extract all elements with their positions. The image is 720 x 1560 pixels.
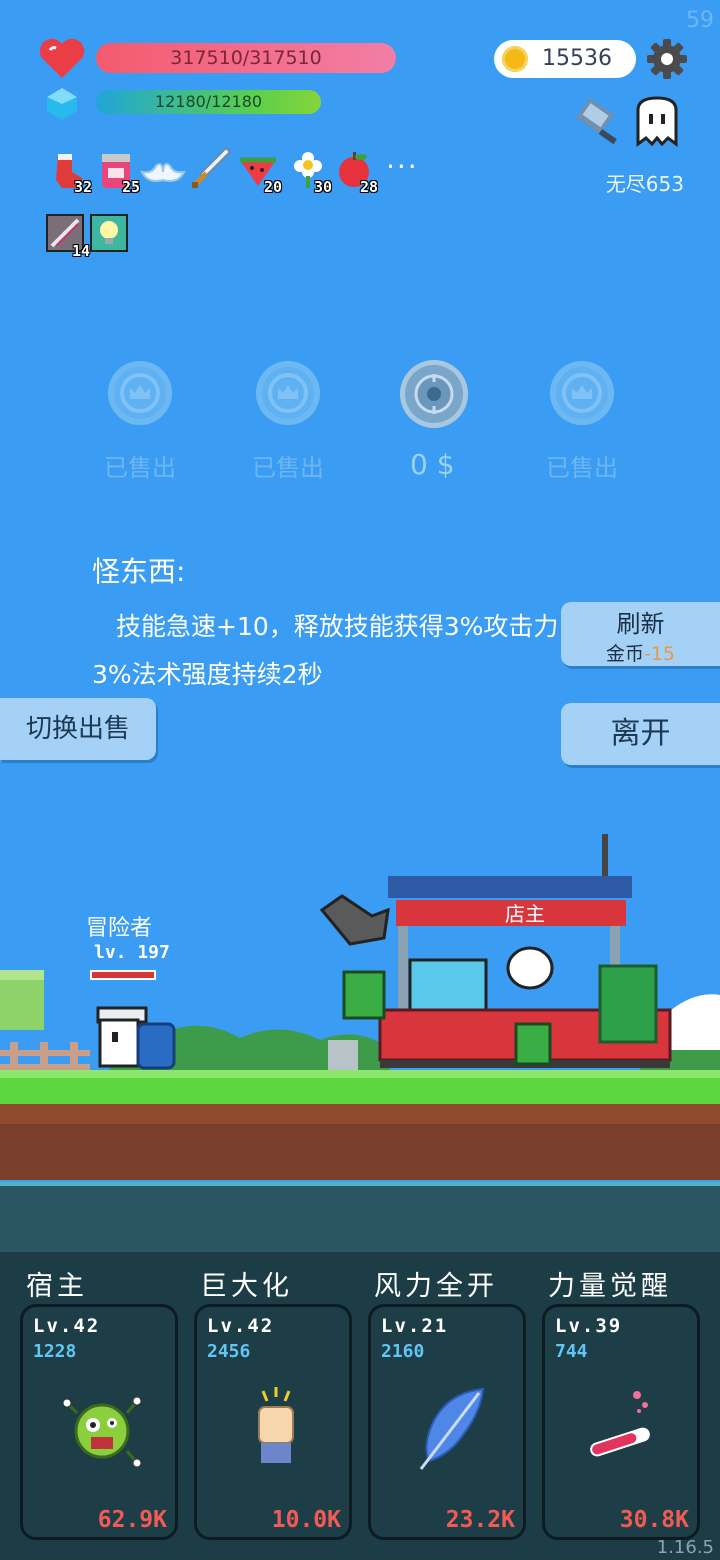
refresh-label: 刷新 [616,610,665,638]
hp-text: 317510/317510 [170,47,322,69]
skill-level: Lv.42 [207,1315,275,1337]
skill-power: 2160 [381,1341,425,1362]
skill-power: 1228 [33,1341,77,1362]
refresh-button[interactable]: 刷新 金币-15 [561,602,720,666]
more-items-button[interactable]: ··· [386,150,419,183]
skill-cost: 23.2K [445,1507,515,1533]
item-count: 25 [121,178,140,196]
skill-cost: 30.8K [619,1507,689,1533]
raised-fist-icon [258,1387,294,1463]
ghost-icon[interactable] [632,94,682,148]
inventory-item[interactable] [90,214,130,254]
skill-level: Lv.21 [381,1315,449,1337]
skill-level: Lv.39 [555,1315,623,1337]
skill-3-name: 风力全开 [374,1271,498,1302]
skill-card-2[interactable]: Lv.42 2456 10.0K [194,1304,352,1540]
shop-slot-2-label: 已售出 [252,454,324,482]
shop-slot-2[interactable] [256,361,320,425]
version-label: 1.16.5 [656,1537,714,1558]
inventory-item[interactable]: 20 [238,150,282,196]
skill-cost: 10.0K [271,1507,341,1533]
hp-bar: 317510/317510 [96,43,396,73]
inventory-item[interactable] [190,146,232,190]
skill-level: Lv.42 [33,1315,101,1337]
switch-sell-button[interactable]: 切换出售 [0,698,156,760]
stage-label: 无尽653 [605,172,684,196]
lightbulb-icon [90,214,128,252]
potion-tube-icon [590,1391,650,1457]
gear-item-icon [414,374,454,414]
item-count: 32 [73,178,92,196]
skill-power: 2456 [207,1341,251,1362]
shop-slot-1-label: 已售出 [104,454,176,482]
skill-2-name: 巨大化 [200,1271,293,1302]
skill-card-4[interactable]: Lv.39 744 30.8K [542,1304,700,1540]
gear-icon[interactable] [646,38,688,80]
fps-counter: 59 [686,8,714,33]
skill-4-name: 力量觉醒 [548,1271,672,1302]
blue-feather-icon [419,1387,485,1470]
skill-card-1[interactable]: Lv.42 1228 62.9K [20,1304,178,1540]
crown-icon [130,385,150,399]
gold-value: 15536 [542,46,612,71]
crown-icon [278,385,298,399]
item-count: 14 [71,242,90,260]
mp-bar: 12180/12180 [96,90,321,114]
skill-1-name: 宿主 [26,1271,88,1302]
inventory-item[interactable] [140,150,186,190]
item-title: 怪东西: [92,555,186,588]
shop-slot-3[interactable] [400,360,468,428]
green-virus-icon [62,1396,142,1468]
hero-level: lv. 197 [94,942,170,963]
shop-slot-1[interactable] [108,361,172,425]
water-surface [0,1182,720,1252]
hero-hp-bar [90,970,156,980]
cleaver-icon[interactable] [574,96,630,150]
shop-slot-4[interactable] [550,361,614,425]
shopkeeper-label: 店主 [505,902,545,926]
crown-icon [572,385,592,399]
item-count: 28 [359,178,378,196]
angel-wings-icon [140,163,186,182]
item-description: 技能急速+10，释放技能获得3%攻击力3%法术强度持续2秒 [92,612,559,689]
sword-icon [192,146,232,188]
shop-slot-4-label: 已售出 [546,454,618,482]
game-scene [0,834,720,1180]
item-count: 30 [313,178,332,196]
gold-counter: 15536 [494,40,636,78]
refresh-cost: -15 [643,643,676,665]
shop-slot-3-price: 0 $ [410,448,455,481]
inventory-item[interactable]: 30 [288,150,332,196]
inventory-item[interactable]: 32 [48,150,92,196]
inventory-item[interactable]: 14 [46,214,90,260]
heart-icon [39,38,85,78]
skill-cost: 62.9K [97,1507,167,1533]
inventory-item[interactable]: 25 [96,150,140,196]
mana-crystal-icon [47,88,77,120]
hero-name: 冒险者 [86,916,153,941]
gold-coin-icon [502,46,528,72]
skill-power: 744 [555,1341,588,1362]
skill-card-3[interactable]: Lv.21 2160 23.2K [368,1304,526,1540]
item-count: 20 [263,178,282,196]
refresh-cost-prefix: 金币 [605,643,644,665]
inventory-item[interactable]: 28 [334,150,378,196]
leave-button[interactable]: 离开 [561,703,720,765]
mp-text: 12180/12180 [154,92,263,111]
